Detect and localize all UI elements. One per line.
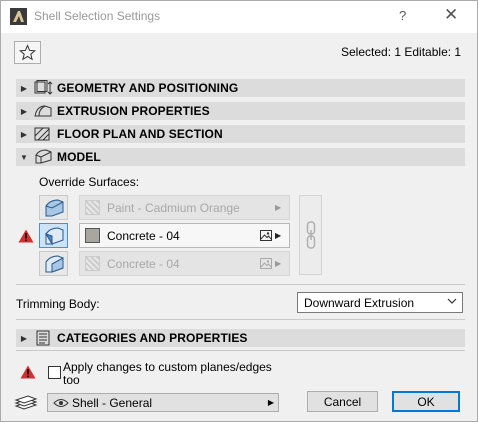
help-button[interactable]: ?	[399, 8, 406, 23]
panel-label: FLOOR PLAN AND SECTION	[57, 127, 223, 141]
cancel-button[interactable]: Cancel	[307, 391, 378, 412]
override-side-surface-button[interactable]	[39, 223, 68, 248]
title-bar: Shell Selection Settings ? ✕	[1, 1, 477, 33]
trimming-body-value: Downward Extrusion	[304, 295, 415, 310]
window-title: Shell Selection Settings	[34, 9, 161, 23]
trimming-body-select[interactable]: Downward Extrusion	[297, 292, 463, 313]
expand-triangle-icon: ▶	[20, 106, 28, 116]
material-swatch	[85, 256, 100, 271]
collapse-triangle-icon: ▼	[20, 152, 28, 162]
selection-info: Selected: 1 Editable: 1	[341, 45, 462, 59]
geometry-icon	[33, 80, 53, 96]
warning-icon	[20, 365, 36, 379]
link-surfaces-button[interactable]	[299, 195, 322, 275]
shell-top-surface-icon	[45, 198, 63, 216]
chevron-down-icon	[447, 298, 457, 304]
material-name: Concrete - 04	[107, 228, 180, 243]
chevron-right-icon: ▶	[275, 259, 282, 268]
surface-material-picker[interactable]: Concrete - 04 ▶	[79, 251, 290, 276]
floor-plan-icon	[33, 126, 53, 142]
ok-button[interactable]: OK	[392, 391, 460, 412]
texture-image-icon	[260, 258, 272, 269]
trimming-body-label: Trimming Body:	[16, 297, 100, 311]
chain-link-icon	[306, 221, 315, 249]
model-icon	[33, 149, 53, 165]
chevron-right-icon: ▶	[275, 203, 282, 212]
material-name: Concrete - 04	[107, 256, 180, 271]
panel-label: GEOMETRY AND POSITIONING	[57, 81, 239, 95]
override-bottom-surface-button[interactable]	[39, 251, 68, 276]
close-button[interactable]: ✕	[444, 5, 458, 25]
panel-label: EXTRUSION PROPERTIES	[57, 104, 210, 118]
favorite-preset-value: Shell - General	[72, 395, 153, 410]
archicad-app-icon	[10, 8, 27, 25]
material-swatch	[85, 228, 100, 243]
material-name: Paint - Cadmium Orange	[107, 200, 240, 215]
layer-stack-icon	[14, 395, 38, 410]
panel-floor-plan-and-section[interactable]: ▶ FLOOR PLAN AND SECTION	[16, 125, 465, 143]
chevron-right-icon: ▶	[275, 231, 282, 240]
eye-icon	[53, 398, 69, 407]
panel-label: CATEGORIES AND PROPERTIES	[57, 331, 248, 345]
star-icon	[19, 44, 36, 61]
shell-side-surface-icon	[44, 226, 63, 246]
texture-image-icon	[260, 230, 272, 241]
divider	[16, 319, 465, 320]
panel-label: MODEL	[57, 150, 101, 164]
expand-triangle-icon: ▶	[20, 129, 28, 139]
dialog-window: Shell Selection Settings ? ✕ Selected: 1…	[0, 0, 478, 422]
favorites-button[interactable]	[14, 41, 41, 64]
panel-model[interactable]: ▼ MODEL	[16, 148, 465, 166]
expand-triangle-icon: ▶	[20, 83, 28, 93]
categories-icon	[33, 330, 53, 346]
override-top-surface-button[interactable]	[39, 195, 68, 220]
surface-material-picker[interactable]: Concrete - 04 ▶	[79, 223, 290, 248]
expand-triangle-icon: ▶	[20, 333, 28, 343]
apply-custom-planes-checkbox[interactable]	[48, 366, 61, 379]
extrusion-icon	[33, 103, 53, 119]
chevron-right-icon: ▶	[267, 398, 274, 407]
panel-extrusion-properties[interactable]: ▶ EXTRUSION PROPERTIES	[16, 102, 465, 120]
apply-custom-planes-label[interactable]: Apply changes to custom planes/edges too	[63, 361, 273, 387]
panel-categories-and-properties[interactable]: ▶ CATEGORIES AND PROPERTIES	[16, 329, 465, 347]
warning-icon	[18, 229, 34, 243]
material-swatch	[85, 200, 100, 215]
surface-material-picker[interactable]: Paint - Cadmium Orange ▶	[79, 195, 290, 220]
panel-geometry-and-positioning[interactable]: ▶ GEOMETRY AND POSITIONING	[16, 79, 465, 97]
favorite-preset-select[interactable]: Shell - General ▶	[47, 393, 279, 412]
divider	[16, 284, 465, 285]
shell-bottom-surface-icon	[45, 254, 63, 273]
divider	[16, 350, 465, 351]
override-surfaces-label: Override Surfaces:	[39, 175, 140, 189]
